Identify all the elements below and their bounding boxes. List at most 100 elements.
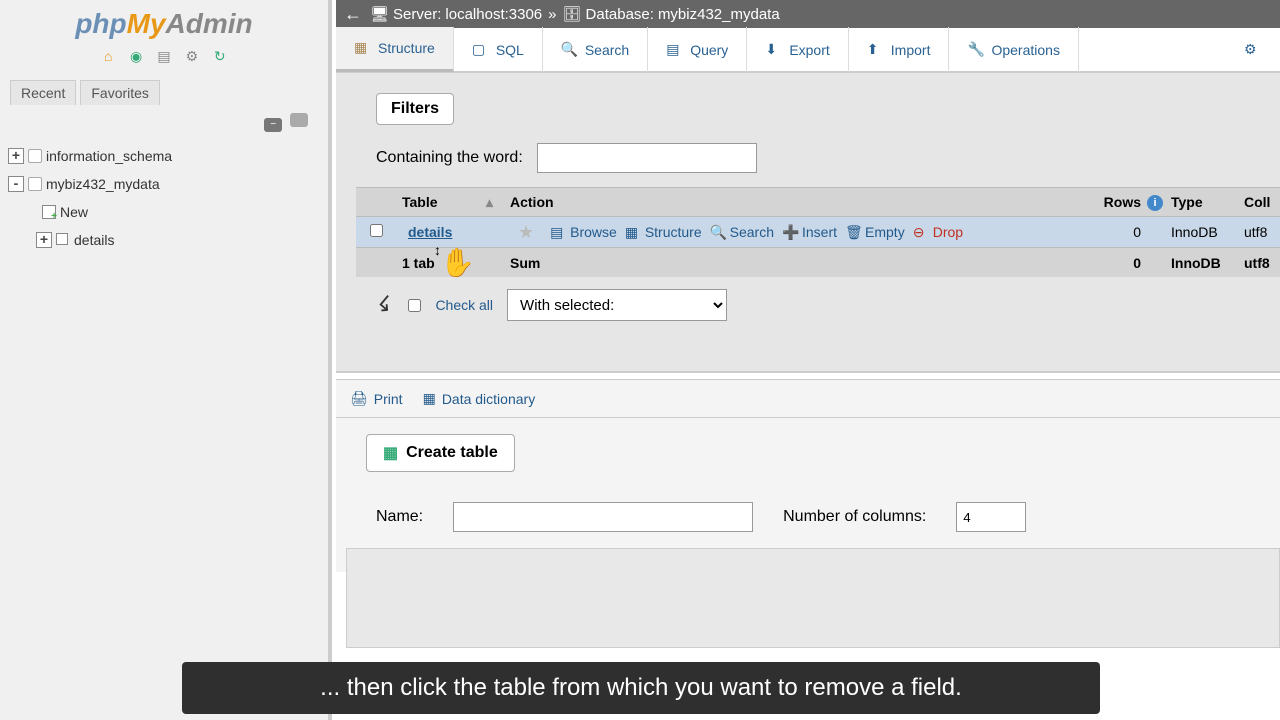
database-icon [28, 177, 42, 191]
action-structure[interactable]: ▦Structure [625, 224, 702, 240]
sep: » [548, 6, 556, 23]
tab-label: Operations [991, 42, 1059, 58]
sum-rows: 0 [1077, 255, 1147, 271]
row-checkbox[interactable] [370, 224, 383, 237]
col-coll[interactable]: Coll [1240, 194, 1280, 210]
num-columns-input[interactable] [956, 502, 1026, 532]
filter-row: Containing the word: [376, 143, 1280, 173]
checkall-checkbox[interactable] [408, 299, 421, 312]
checkall-row: ↳ Check all With selected: [356, 277, 1280, 333]
table-name-link[interactable]: details [402, 224, 452, 240]
below-actions: 🖨Print ▦Data dictionary [336, 379, 1280, 417]
tree-db-mybiz[interactable]: - mybiz432_mydata [8, 170, 320, 198]
tab-import[interactable]: ⬆Import [849, 27, 950, 72]
row-engine: InnoDB [1165, 224, 1240, 240]
tree-new[interactable]: New [8, 198, 320, 226]
filters-title: Filters [376, 93, 454, 125]
expand-icon[interactable]: + [36, 232, 52, 248]
tab-structure[interactable]: ▦ Structure [336, 27, 454, 72]
rows-info[interactable]: i [1147, 193, 1165, 211]
name-label: Name: [376, 508, 423, 526]
row-count: 0 [1077, 224, 1147, 240]
logo: phpMyAdmin [0, 0, 328, 44]
sort-icon[interactable]: ▴ [486, 194, 504, 211]
gear-icon: ⚙ [1244, 41, 1262, 59]
sum-count: 1 tab [396, 255, 486, 271]
empty-panel [346, 548, 1280, 648]
tab-search[interactable]: 🔍 Search [543, 27, 648, 72]
db-value[interactable]: mybiz432_mydata [658, 6, 780, 23]
action-browse[interactable]: ▤Browse [550, 224, 617, 240]
expand-icon[interactable]: + [8, 148, 24, 164]
empty-icon: 🗑 [845, 224, 861, 240]
breadcrumb: ← 🖥 Server: localhost:3306 » 🗄 Database:… [336, 0, 1280, 28]
query-icon: ▤ [666, 41, 684, 59]
create-icon: ▦ [383, 443, 398, 463]
col-rows[interactable]: Rows [1077, 194, 1147, 210]
search-icon: 🔍 [561, 41, 579, 59]
filter-input[interactable] [537, 143, 757, 173]
search-icon: 🔍 [710, 224, 726, 240]
cols-label: Number of columns: [783, 508, 926, 526]
sql-icon: ▢ [472, 41, 490, 59]
with-selected-dropdown[interactable]: With selected: [507, 289, 727, 321]
col-type[interactable]: Type [1165, 194, 1240, 210]
info-icon: i [1147, 195, 1163, 211]
action-search[interactable]: 🔍Search [710, 224, 774, 240]
containing-label: Containing the word: [376, 149, 523, 167]
tab-operations[interactable]: 🔧Operations [949, 27, 1078, 72]
col-table[interactable]: Table [396, 194, 486, 210]
table-name-input[interactable] [453, 502, 753, 532]
sum-coll: utf8 [1240, 255, 1280, 271]
tab-label: Query [690, 42, 728, 58]
create-table-button: ▦ Create table [366, 434, 515, 472]
docs-icon[interactable]: ▤ [154, 48, 174, 68]
tab-label: SQL [496, 42, 524, 58]
sidebar-tabs: Recent Favorites [0, 76, 328, 109]
tab-label: Search [585, 42, 629, 58]
collapse-icon[interactable]: - [8, 176, 24, 192]
sum-label: Sum [504, 255, 1077, 271]
print-link[interactable]: 🖨Print [350, 390, 403, 407]
server-label: Server: [393, 6, 441, 23]
print-icon: 🖨 [350, 390, 368, 407]
tree-table-details[interactable]: + details [8, 226, 320, 254]
reload-icon[interactable]: ↻ [210, 48, 230, 68]
db-icon: 🗄 [563, 5, 582, 23]
tree-db-information-schema[interactable]: + information_schema [8, 142, 320, 170]
collapse-icon[interactable]: − [264, 118, 282, 132]
data-dictionary-link[interactable]: ▦Data dictionary [423, 390, 536, 407]
sum-engine: InnoDB [1165, 255, 1240, 271]
table-summary: 1 tab Sum 0 InnoDB utf8 [356, 247, 1280, 277]
tab-favorites[interactable]: Favorites [80, 80, 160, 105]
tab-export[interactable]: ⬇Export [747, 27, 848, 72]
tab-label: Structure [378, 40, 435, 56]
structure-icon: ▦ [625, 224, 641, 240]
logo-admin: Admin [166, 8, 253, 39]
tab-query[interactable]: ▤ Query [648, 27, 747, 72]
server-value[interactable]: localhost:3306 [445, 6, 542, 23]
action-insert[interactable]: ➕Insert [782, 224, 837, 240]
content: Filters Containing the word: Table ▴ Act… [336, 73, 1280, 373]
logo-toolbar: ⌂ ◉ ▤ ⚙ ↻ [0, 44, 328, 76]
back-icon[interactable]: ← [344, 4, 362, 25]
home-icon[interactable]: ⌂ [98, 48, 118, 68]
action-empty[interactable]: 🗑Empty [845, 224, 905, 240]
sidebar: phpMyAdmin ⌂ ◉ ▤ ⚙ ↻ Recent Favorites − … [0, 0, 332, 720]
link-icon[interactable] [290, 113, 308, 127]
logout-icon[interactable]: ◉ [126, 48, 146, 68]
checkall-label[interactable]: Check all [435, 297, 493, 313]
tab-more[interactable]: ⚙ [1226, 27, 1280, 72]
structure-icon: ▦ [354, 39, 372, 57]
col-action: Action [504, 194, 1077, 210]
db-label: mybiz432_mydata [46, 176, 160, 192]
sidebar-toggles: − [0, 109, 328, 136]
main: ← 🖥 Server: localhost:3306 » 🗄 Database:… [336, 0, 1280, 720]
tab-label: Import [891, 42, 931, 58]
favorite-icon[interactable]: ★ [510, 222, 542, 243]
new-label: New [60, 204, 88, 220]
tab-recent[interactable]: Recent [10, 80, 76, 105]
settings-icon[interactable]: ⚙ [182, 48, 202, 68]
action-drop[interactable]: ⊖Drop [913, 224, 963, 240]
tab-sql[interactable]: ▢ SQL [454, 27, 543, 72]
